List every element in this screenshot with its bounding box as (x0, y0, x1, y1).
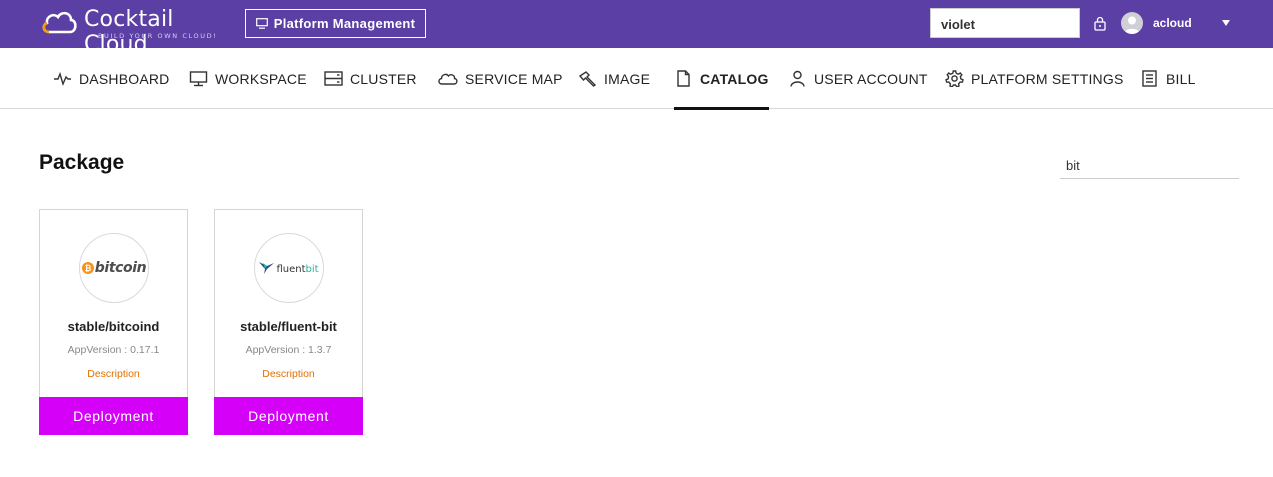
fluentbit-logo-text: fluent (276, 264, 306, 275)
fluentbit-logo-accent: bit (305, 264, 319, 275)
fluentbit-bird-icon (259, 262, 275, 274)
nav-label: CATALOG (700, 70, 769, 87)
nav-item-workspace[interactable]: WORKSPACE (189, 48, 307, 109)
cloud-icon (438, 73, 458, 85)
description-link[interactable]: Description (215, 368, 362, 380)
nav-label: CLUSTER (350, 70, 417, 87)
main-nav: DASHBOARD WORKSPACE CLUSTER SERVICE MAP … (0, 48, 1273, 110)
nav-label: BILL (1166, 70, 1196, 87)
brand-tagline: BUILD YOUR OWN CLOUD! (98, 32, 218, 40)
avatar[interactable] (1121, 12, 1143, 34)
chevron-down-icon[interactable] (1222, 20, 1230, 26)
user-name[interactable]: acloud (1153, 16, 1192, 30)
package-version: AppVersion : 1.3.7 (245, 344, 332, 356)
top-bar: Cocktail Cloud BUILD YOUR OWN CLOUD! Pla… (0, 0, 1273, 57)
nav-item-dashboard[interactable]: DASHBOARD (53, 48, 169, 109)
nav-item-platform-settings[interactable]: PLATFORM SETTINGS (945, 48, 1124, 109)
nav-item-service-map[interactable]: SERVICE MAP (437, 48, 563, 109)
package-name: stable/fluent-bit (240, 319, 337, 334)
account-select[interactable]: violet (930, 8, 1080, 38)
package-logo: ₿ bitcoin (79, 233, 149, 303)
bitcoin-coin-icon: ₿ (81, 262, 94, 274)
platform-management-button[interactable]: Platform Management (245, 9, 426, 38)
monitor-icon (189, 71, 208, 87)
search-input[interactable] (1060, 152, 1239, 179)
pulse-icon (54, 71, 71, 87)
deployment-button[interactable]: Deployment (39, 397, 188, 435)
bill-icon (1142, 70, 1157, 87)
lock-icon[interactable] (1094, 16, 1106, 31)
document-icon (677, 70, 690, 87)
nav-item-image[interactable]: IMAGE (578, 48, 650, 109)
package-version: AppVersion : 0.17.1 (67, 344, 160, 356)
hammer-icon (578, 71, 597, 87)
page-title: Package (39, 151, 125, 174)
nav-item-cluster[interactable]: CLUSTER (324, 48, 417, 109)
nav-label: IMAGE (604, 70, 651, 87)
nav-label: USER ACCOUNT (814, 70, 928, 87)
nav-item-catalog[interactable]: CATALOG (674, 48, 769, 110)
package-card[interactable]: fluentbit stable/fluent-bit AppVersion :… (214, 209, 363, 435)
fluentbit-logo: fluentbit (259, 261, 319, 275)
bitcoin-logo: ₿ bitcoin (81, 260, 147, 276)
package-name: stable/bitcoind (67, 319, 160, 334)
bitcoin-logo-text: bitcoin (94, 260, 147, 276)
nav-label: WORKSPACE (215, 70, 307, 87)
description-link[interactable]: Description (40, 368, 187, 380)
package-logo: fluentbit (254, 233, 324, 303)
nav-item-bill[interactable]: BILL (1140, 48, 1196, 109)
user-icon (790, 70, 805, 87)
nav-item-user-account[interactable]: USER ACCOUNT (788, 48, 928, 109)
server-icon (324, 71, 343, 86)
brand-logo[interactable]: Cocktail Cloud BUILD YOUR OWN CLOUD! (40, 6, 230, 57)
monitor-icon (255, 18, 268, 29)
nav-label: PLATFORM SETTINGS (971, 70, 1124, 87)
cloud-logo-icon (42, 11, 77, 34)
package-card[interactable]: ₿ bitcoin stable/bitcoind AppVersion : 0… (39, 209, 188, 435)
gear-icon (945, 70, 964, 87)
platform-management-label: Platform Management (273, 16, 416, 31)
deployment-button[interactable]: Deployment (214, 397, 363, 435)
user-avatar-icon (1124, 16, 1140, 34)
nav-label: SERVICE MAP (465, 70, 563, 87)
nav-label: DASHBOARD (79, 70, 170, 87)
